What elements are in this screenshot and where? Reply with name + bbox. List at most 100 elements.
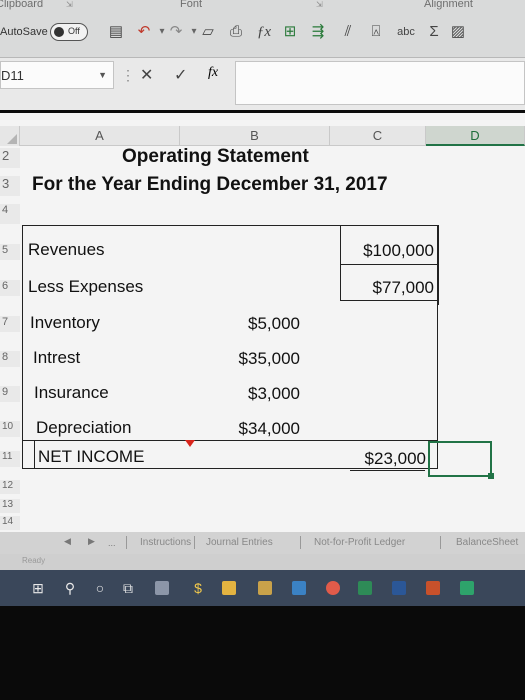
tab-separator — [126, 536, 127, 549]
column-header-b[interactable]: B — [180, 126, 330, 146]
windows-taskbar: ⊞ ⚲ ○ ⧉ $ — [0, 570, 525, 606]
row-header-9[interactable]: 9 — [0, 386, 20, 402]
tab-separator — [300, 536, 301, 549]
name-box[interactable]: D11 ▼ — [0, 61, 114, 89]
row-header-6[interactable]: 6 — [0, 280, 20, 296]
browser-icon[interactable] — [326, 581, 340, 595]
print-preview-icon[interactable]: ⎙ — [226, 22, 246, 42]
save-icon[interactable]: ▤ — [106, 22, 126, 42]
insert-function-icon[interactable]: ƒx — [254, 22, 274, 42]
net-income-label[interactable]: NET INCOME — [38, 447, 144, 467]
search-icon[interactable]: ⚲ — [60, 578, 80, 598]
select-all-button[interactable] — [0, 126, 20, 146]
row-header-4[interactable]: 4 — [0, 204, 20, 224]
intrest-label[interactable]: Intrest — [33, 348, 80, 368]
name-box-dropdown-icon[interactable]: ▼ — [98, 70, 107, 80]
autosave-toggle[interactable]: Off — [50, 23, 88, 41]
sheet-tabs-bar: ◀ ▶ ... Instructions Journal Entries Not… — [0, 532, 525, 554]
row-header-3[interactable]: 3 — [0, 176, 20, 196]
net-income-top-border — [22, 440, 438, 441]
tab-separator — [440, 536, 441, 549]
confirm-icon[interactable]: ✓ — [174, 65, 187, 85]
expenses-amount[interactable]: $77,000 — [330, 278, 434, 298]
row-header-2[interactable]: 2 — [0, 148, 20, 168]
app-icon[interactable] — [155, 581, 169, 595]
statement-subtitle[interactable]: For the Year Ending December 31, 2017 — [32, 174, 388, 196]
autosum-icon[interactable]: Σ — [424, 22, 444, 42]
excel-icon[interactable] — [358, 581, 372, 595]
tab-journal-entries[interactable]: Journal Entries — [206, 537, 273, 548]
tab-not-for-profit-ledger[interactable]: Not-for-Profit Ledger — [314, 537, 405, 548]
cancel-icon[interactable]: ✕ — [140, 65, 153, 85]
inventory-amount[interactable]: $5,000 — [200, 314, 300, 334]
intrest-amount[interactable]: $35,000 — [200, 349, 300, 369]
less-expenses-label[interactable]: Less Expenses — [28, 277, 143, 297]
accept-icon[interactable]: ⍓ — [366, 22, 386, 42]
mail-icon[interactable] — [292, 581, 306, 595]
insurance-amount[interactable]: $3,000 — [200, 384, 300, 404]
inventory-label[interactable]: Inventory — [30, 313, 100, 333]
insurance-label[interactable]: Insurance — [34, 383, 109, 403]
sort-icon[interactable]: ⇶ — [308, 22, 328, 42]
filter-icon[interactable]: ⫽ — [338, 22, 358, 42]
ribbon: Clipboard ⇲ Font ⇲ Alignment AutoSave Of… — [0, 0, 525, 58]
windows-start-icon[interactable]: ⊞ — [28, 578, 48, 598]
row-header-8[interactable]: 8 — [0, 351, 20, 367]
ribbon-group-labels: Clipboard ⇲ Font ⇲ Alignment — [0, 0, 525, 14]
revenues-label[interactable]: Revenues — [28, 240, 105, 260]
row-header-5[interactable]: 5 — [0, 244, 20, 260]
column-headers: A B C D — [0, 126, 525, 146]
depreciation-label[interactable]: Depreciation — [36, 418, 131, 438]
task-view-icon[interactable]: ⧉ — [118, 578, 138, 598]
row-header-7[interactable]: 7 — [0, 316, 20, 332]
expenses-underline — [340, 300, 438, 301]
redo-icon[interactable]: ↷ — [166, 22, 186, 42]
format-icon[interactable]: ▨ — [448, 22, 468, 42]
cortana-icon[interactable]: ○ — [90, 578, 110, 598]
depreciation-amount[interactable]: $34,000 — [200, 419, 300, 439]
tab-balance-sheet[interactable]: BalanceSheet — [456, 537, 518, 548]
statement-title[interactable]: Operating Statement — [122, 146, 309, 168]
prev-sheet-icon[interactable]: ◀ — [64, 536, 71, 547]
open-icon[interactable]: ▱ — [198, 22, 218, 42]
store-icon[interactable] — [258, 581, 272, 595]
column-header-d[interactable]: D — [426, 126, 525, 146]
column-c-border — [438, 225, 439, 305]
net-income-amount[interactable]: $23,000 — [322, 449, 426, 469]
toggle-knob — [54, 27, 64, 37]
spelling-icon[interactable]: abc — [396, 22, 416, 42]
column-header-c[interactable]: C — [330, 126, 426, 146]
dollar-app-icon[interactable]: $ — [188, 578, 208, 598]
insert-function-button[interactable]: fx — [208, 65, 218, 81]
font-group-label: Font — [180, 0, 203, 10]
clipboard-group-label: Clipboard — [0, 0, 44, 10]
status-text: Ready — [22, 556, 46, 565]
font-launcher-icon[interactable]: ⇲ — [316, 0, 323, 9]
more-sheets-icon[interactable]: ... — [108, 538, 116, 548]
row-header-12[interactable]: 12 — [0, 480, 20, 494]
revenue-underline — [340, 264, 438, 265]
word-icon[interactable] — [392, 581, 406, 595]
column-header-a[interactable]: A — [20, 126, 180, 146]
row-header-14[interactable]: 14 — [0, 516, 20, 530]
formula-input[interactable] — [235, 61, 525, 105]
fill-handle[interactable] — [488, 473, 494, 479]
tab-instructions[interactable]: Instructions — [140, 537, 191, 548]
table-icon[interactable]: ⊞ — [280, 22, 300, 42]
file-explorer-icon[interactable] — [222, 581, 236, 595]
quick-access-toolbar: AutoSave Off ▤ ↶ ▾ ↷ ▾ ▱ ⎙ ƒx ⊞ ⇶ ⫽ ⍓ ab… — [0, 20, 525, 46]
app-green-icon[interactable] — [460, 581, 474, 595]
row-header-11[interactable]: 11 — [0, 451, 20, 467]
net-income-left-border — [34, 440, 35, 469]
row-header-10[interactable]: 10 — [0, 421, 20, 437]
clipboard-launcher-icon[interactable]: ⇲ — [66, 0, 73, 9]
active-cell-d11[interactable] — [428, 441, 492, 477]
row-header-13[interactable]: 13 — [0, 499, 20, 513]
next-sheet-icon[interactable]: ▶ — [88, 536, 95, 547]
comment-indicator-icon[interactable] — [185, 440, 195, 447]
undo-icon[interactable]: ↶ — [134, 22, 154, 42]
formula-bar-grip-icon: ⋮ — [121, 67, 135, 83]
revenues-amount[interactable]: $100,000 — [330, 241, 434, 261]
powerpoint-icon[interactable] — [426, 581, 440, 595]
autosave-label: AutoSave — [0, 26, 48, 38]
